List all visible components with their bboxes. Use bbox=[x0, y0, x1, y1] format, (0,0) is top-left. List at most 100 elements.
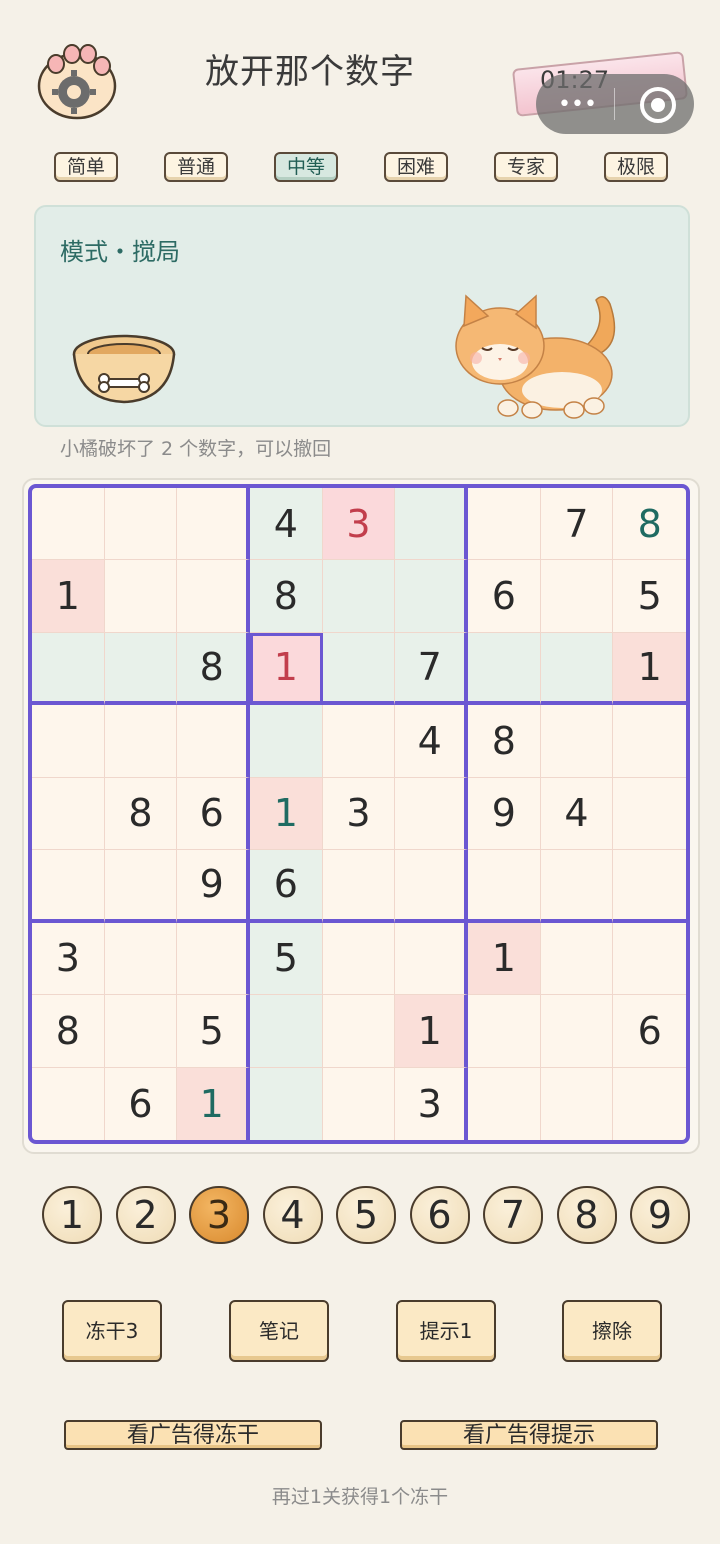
number-key-3[interactable]: 3 bbox=[189, 1186, 249, 1244]
board-cell-r2c7[interactable]: 6 bbox=[467, 560, 541, 633]
tab-difficulty-4[interactable]: 困难 bbox=[384, 152, 448, 182]
board-cell-r9c1[interactable] bbox=[32, 1067, 105, 1140]
tab-difficulty-5[interactable]: 专家 bbox=[494, 152, 558, 182]
board-cell-r7c4[interactable]: 5 bbox=[249, 922, 323, 996]
watch-ad-freeze-button[interactable]: 看广告得冻干 bbox=[64, 1420, 322, 1450]
board-cell-r6c3[interactable]: 9 bbox=[177, 850, 250, 923]
board-cell-r3c4[interactable]: 1 bbox=[249, 632, 323, 706]
number-key-6[interactable]: 6 bbox=[409, 1186, 470, 1244]
board-cell-r7c8[interactable] bbox=[540, 922, 614, 996]
board-cell-r9c4[interactable] bbox=[249, 1067, 323, 1140]
board-cell-r5c5[interactable]: 3 bbox=[322, 777, 396, 851]
erase-button[interactable]: 擦除 bbox=[562, 1300, 662, 1362]
board-cell-r7c2[interactable] bbox=[104, 922, 178, 996]
board-cell-r7c6[interactable] bbox=[395, 922, 468, 996]
board-cell-r6c4[interactable]: 6 bbox=[249, 850, 323, 923]
board-cell-r4c5[interactable] bbox=[322, 705, 396, 778]
board-cell-r5c3[interactable]: 6 bbox=[177, 777, 250, 851]
board-cell-r9c8[interactable] bbox=[541, 1067, 614, 1140]
board-cell-r2c9[interactable]: 5 bbox=[613, 560, 686, 633]
board-cell-r7c7[interactable]: 1 bbox=[467, 922, 541, 996]
board-cell-r5c9[interactable] bbox=[613, 778, 686, 851]
board-cell-r3c7[interactable] bbox=[467, 632, 541, 706]
board-cell-r2c5[interactable] bbox=[322, 560, 396, 633]
board-cell-r7c5[interactable] bbox=[322, 922, 396, 996]
board-cell-r6c5[interactable] bbox=[322, 850, 396, 923]
board-cell-r8c3[interactable]: 5 bbox=[177, 995, 250, 1068]
board-cell-r9c7[interactable] bbox=[468, 1067, 541, 1140]
close-target-icon[interactable] bbox=[640, 87, 676, 123]
notes-button[interactable]: 笔记 bbox=[229, 1300, 329, 1362]
board-cell-r9c6[interactable]: 3 bbox=[395, 1067, 468, 1140]
board-cell-r6c6[interactable] bbox=[395, 850, 468, 923]
board-cell-r7c1[interactable]: 3 bbox=[32, 922, 105, 996]
board-cell-r8c8[interactable] bbox=[540, 995, 614, 1068]
miniprogram-capsule[interactable]: ••• bbox=[536, 74, 694, 134]
board-cell-r2c6[interactable] bbox=[395, 560, 468, 633]
board-cell-r5c6[interactable] bbox=[395, 777, 468, 851]
board-cell-r2c4[interactable]: 8 bbox=[249, 560, 323, 633]
board-cell-r9c2[interactable]: 6 bbox=[105, 1067, 178, 1140]
board-cell-r1c2[interactable] bbox=[104, 488, 178, 561]
number-key-9[interactable]: 9 bbox=[630, 1186, 690, 1244]
board-cell-r1c5[interactable]: 3 bbox=[322, 488, 396, 561]
more-menu-icon[interactable]: ••• bbox=[558, 92, 597, 117]
board-cell-r6c2[interactable] bbox=[104, 850, 178, 923]
board-cell-r8c1[interactable]: 8 bbox=[32, 995, 105, 1068]
board-cell-r1c3[interactable] bbox=[177, 488, 250, 561]
board-cell-r3c6[interactable]: 7 bbox=[395, 632, 468, 706]
board-cell-r4c1[interactable] bbox=[32, 705, 105, 778]
board-cell-r8c4[interactable] bbox=[249, 995, 323, 1068]
board-cell-r2c8[interactable] bbox=[540, 560, 614, 633]
board-cell-r4c9[interactable] bbox=[613, 705, 686, 778]
board-cell-r1c6[interactable] bbox=[395, 488, 468, 561]
board-cell-r6c8[interactable] bbox=[540, 850, 614, 923]
board-cell-r3c1[interactable] bbox=[32, 632, 105, 706]
board-cell-r8c7[interactable] bbox=[467, 995, 541, 1068]
board-cell-r7c9[interactable] bbox=[613, 923, 686, 996]
board-cell-r5c2[interactable]: 8 bbox=[104, 777, 178, 851]
board-cell-r1c9[interactable]: 8 bbox=[613, 488, 686, 561]
board-cell-r1c8[interactable]: 7 bbox=[540, 488, 614, 561]
board-cell-r5c4[interactable]: 1 bbox=[249, 777, 323, 851]
board-cell-r1c7[interactable] bbox=[467, 488, 541, 561]
board-cell-r8c2[interactable] bbox=[104, 995, 178, 1068]
board-cell-r2c2[interactable] bbox=[104, 560, 178, 633]
number-key-8[interactable]: 8 bbox=[556, 1186, 617, 1244]
number-key-5[interactable]: 5 bbox=[336, 1186, 396, 1244]
tab-difficulty-2[interactable]: 普通 bbox=[164, 152, 228, 182]
board-cell-r8c6[interactable]: 1 bbox=[395, 995, 468, 1068]
board-cell-r6c7[interactable] bbox=[467, 850, 541, 923]
board-cell-r8c5[interactable] bbox=[322, 995, 396, 1068]
board-cell-r9c3[interactable]: 1 bbox=[177, 1067, 250, 1140]
board-cell-r5c1[interactable] bbox=[32, 777, 105, 851]
board-cell-r8c9[interactable]: 6 bbox=[613, 995, 686, 1068]
number-key-2[interactable]: 2 bbox=[115, 1186, 176, 1244]
board-cell-r4c4[interactable] bbox=[249, 705, 323, 778]
board-cell-r3c8[interactable] bbox=[540, 632, 614, 706]
freeze-button[interactable]: 冻干3 bbox=[62, 1300, 162, 1362]
board-cell-r3c5[interactable] bbox=[322, 632, 396, 706]
number-key-1[interactable]: 1 bbox=[42, 1186, 102, 1244]
board-cell-r5c8[interactable]: 4 bbox=[540, 777, 614, 851]
board-cell-r4c6[interactable]: 4 bbox=[395, 705, 468, 778]
watch-ad-hint-button[interactable]: 看广告得提示 bbox=[400, 1420, 658, 1450]
board-cell-r2c3[interactable] bbox=[177, 560, 250, 633]
board-cell-r3c2[interactable] bbox=[104, 632, 178, 706]
hint-button[interactable]: 提示1 bbox=[396, 1300, 496, 1362]
board-cell-r7c3[interactable] bbox=[177, 922, 250, 996]
number-key-4[interactable]: 4 bbox=[262, 1186, 323, 1244]
board-cell-r4c3[interactable] bbox=[177, 705, 250, 778]
number-key-7[interactable]: 7 bbox=[483, 1186, 543, 1244]
board-cell-r4c8[interactable] bbox=[540, 705, 614, 778]
board-cell-r6c9[interactable] bbox=[613, 850, 686, 923]
board-cell-r1c1[interactable] bbox=[32, 488, 105, 561]
board-cell-r3c3[interactable]: 8 bbox=[177, 632, 250, 706]
tab-difficulty-3[interactable]: 中等 bbox=[274, 152, 338, 182]
board-cell-r3c9[interactable]: 1 bbox=[613, 632, 686, 706]
board-cell-r9c5[interactable] bbox=[323, 1067, 396, 1140]
board-cell-r2c1[interactable]: 1 bbox=[32, 560, 105, 633]
tab-difficulty-1[interactable]: 简单 bbox=[54, 152, 118, 182]
board-cell-r5c7[interactable]: 9 bbox=[467, 777, 541, 851]
tab-difficulty-6[interactable]: 极限 bbox=[604, 152, 668, 182]
